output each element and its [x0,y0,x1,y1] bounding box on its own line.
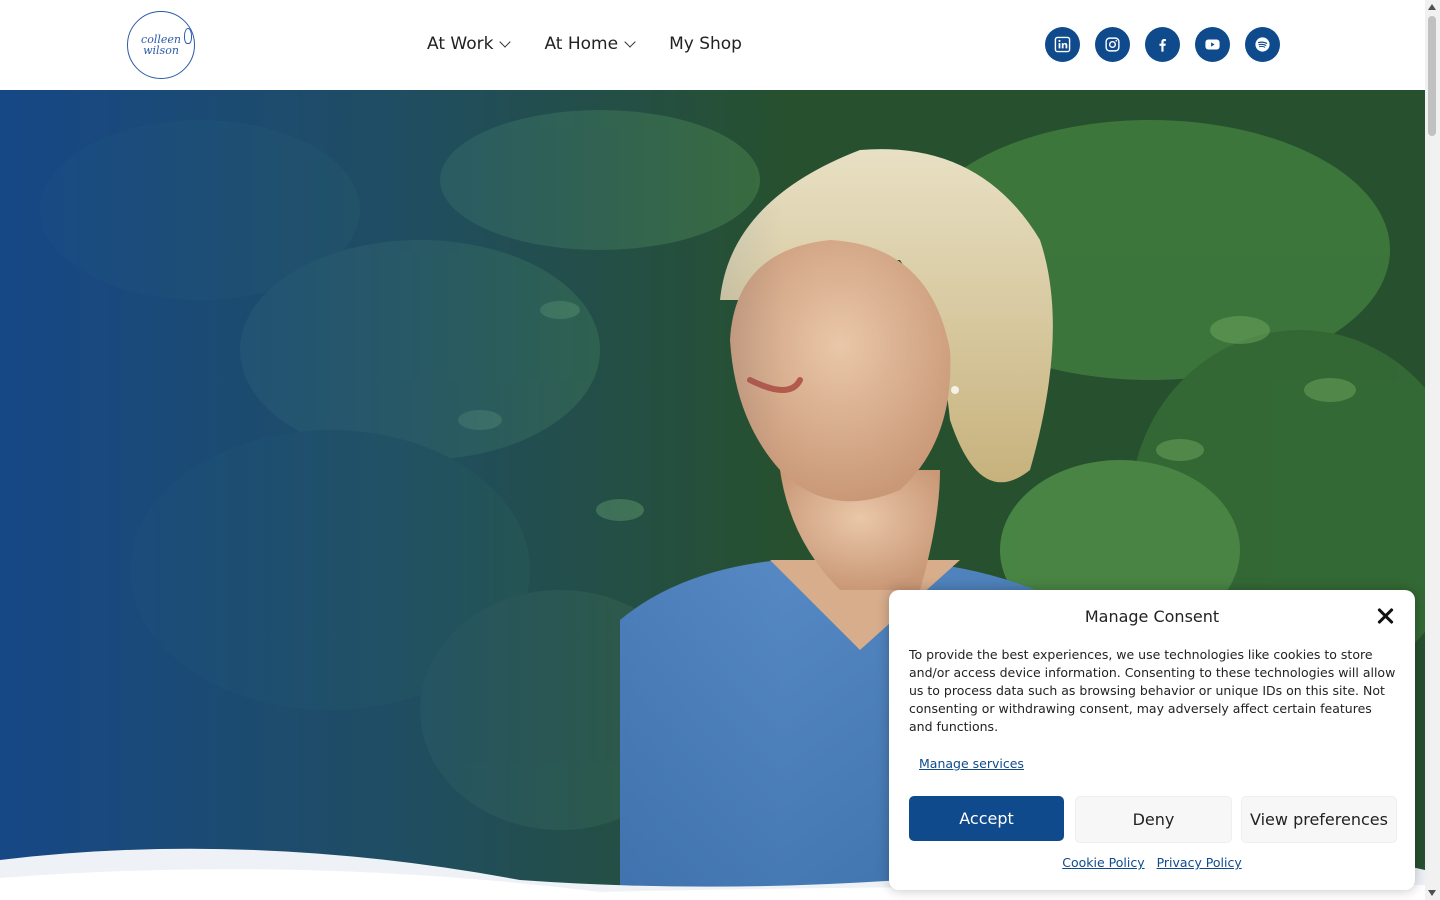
chevron-down-icon [624,35,636,48]
chevron-down-icon [499,35,512,48]
spotify-icon [1255,37,1270,52]
scroll-up-arrow[interactable] [1428,4,1436,10]
consent-footer-links: Cookie Policy Privacy Policy [889,855,1415,870]
page-scrollbar[interactable] [1425,0,1440,900]
view-preferences-button[interactable]: View preferences [1241,796,1397,843]
site-logo[interactable]: colleen wilson [127,11,195,79]
facebook-link[interactable] [1145,27,1180,62]
youtube-icon [1205,39,1220,50]
spotify-link[interactable] [1245,27,1280,62]
social-links [1045,27,1280,62]
facebook-icon [1159,39,1166,52]
instagram-link[interactable] [1095,27,1130,62]
nav-item-at-work[interactable]: At Work [427,32,512,56]
manage-services-link[interactable]: Manage services [919,756,1024,771]
linkedin-icon [1054,36,1071,53]
scrollbar-thumb[interactable] [1428,16,1436,136]
close-icon[interactable] [1376,607,1394,625]
nav-item-label: At Home [544,34,619,54]
logo-line-2: wilson [143,44,179,57]
nav-item-label: My Shop [669,34,742,54]
consent-description: To provide the best experiences, we use … [909,647,1396,734]
youtube-link[interactable] [1195,27,1230,62]
accept-button[interactable]: Accept [909,796,1064,841]
linkedin-link[interactable] [1045,27,1080,62]
nav-item-at-home[interactable]: At Home [544,32,636,56]
privacy-policy-link[interactable]: Privacy Policy [1157,855,1242,870]
consent-title: Manage Consent [1084,607,1220,626]
site-header: colleen wilson At Work At Home My Shop [0,0,1425,90]
deny-button[interactable]: Deny [1075,796,1232,843]
scroll-down-arrow[interactable] [1428,890,1436,896]
feather-icon [184,28,192,44]
nav-item-label: At Work [427,34,494,54]
instagram-icon [1105,37,1120,52]
main-nav: At Work At Home My Shop [427,32,777,56]
nav-item-my-shop[interactable]: My Shop [669,32,742,56]
consent-dialog: Manage Consent To provide the best exper… [889,590,1415,890]
cookie-policy-link[interactable]: Cookie Policy [1062,855,1144,870]
